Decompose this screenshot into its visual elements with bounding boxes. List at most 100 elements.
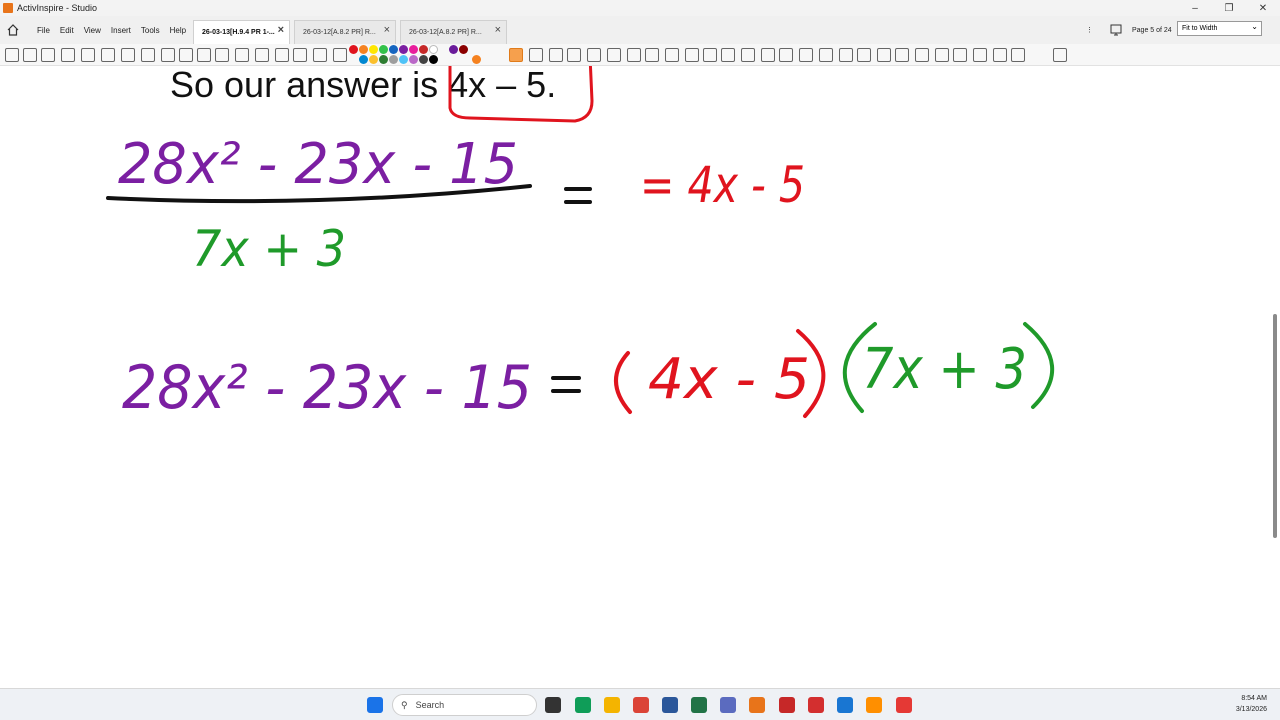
excel-icon[interactable] — [691, 697, 707, 713]
menu-edit[interactable]: Edit — [55, 26, 79, 35]
color-black-icon[interactable] — [429, 55, 438, 64]
color-cyan-icon[interactable] — [399, 55, 408, 64]
recorder-icon[interactable] — [779, 48, 793, 62]
stamp-icon[interactable] — [877, 48, 891, 62]
menu-insert[interactable]: Insert — [106, 26, 136, 35]
start-icon[interactable] — [367, 697, 383, 713]
undo-icon[interactable] — [141, 48, 155, 62]
menu-help[interactable]: Help — [165, 26, 191, 35]
copy-icon[interactable] — [915, 48, 929, 62]
more-options-icon[interactable]: ⋮ — [1086, 16, 1093, 44]
menu-view[interactable]: View — [79, 26, 106, 35]
page-forward-icon[interactable] — [645, 48, 659, 62]
menu-file[interactable]: File — [32, 26, 55, 35]
screen-icon[interactable] — [23, 48, 37, 62]
color-gold-icon[interactable] — [369, 55, 378, 64]
color-red-icon[interactable] — [349, 45, 358, 54]
pages-icon[interactable] — [5, 48, 19, 62]
spotlight-icon[interactable] — [741, 48, 755, 62]
settings-icon[interactable] — [993, 48, 1007, 62]
activinspire-icon[interactable] — [749, 697, 765, 713]
eraser-icon[interactable] — [549, 48, 563, 62]
layers-icon[interactable] — [953, 48, 967, 62]
page-back-icon[interactable] — [627, 48, 641, 62]
video-icon[interactable] — [101, 48, 115, 62]
keyboard-icon[interactable] — [1011, 48, 1025, 62]
fill-icon[interactable] — [293, 48, 307, 62]
display-icon[interactable] — [799, 48, 813, 62]
shape-icon[interactable] — [215, 48, 229, 62]
camera-tool-icon[interactable] — [761, 48, 775, 62]
system-clock[interactable]: 8:54 AM 3/13/2026 — [1236, 693, 1267, 715]
dice-icon[interactable] — [685, 48, 699, 62]
delete-icon[interactable] — [567, 48, 581, 62]
color-maroon-icon[interactable] — [459, 45, 468, 54]
restore-button[interactable]: ❐ — [1212, 0, 1246, 16]
undo-arrow-icon[interactable] — [587, 48, 601, 62]
font-icon[interactable] — [255, 48, 269, 62]
text-tool-icon[interactable] — [275, 48, 289, 62]
pdf-icon[interactable] — [779, 697, 795, 713]
color-darkgreen-icon[interactable] — [379, 55, 388, 64]
color-pink-icon[interactable] — [409, 45, 418, 54]
color-blue-icon[interactable] — [389, 45, 398, 54]
color-lilac-icon[interactable] — [409, 55, 418, 64]
text-icon[interactable] — [61, 48, 75, 62]
group-icon[interactable] — [895, 48, 909, 62]
activinspire-browser-icon[interactable] — [720, 697, 736, 713]
color-darkgray-icon[interactable] — [419, 55, 428, 64]
color-green-icon[interactable] — [379, 45, 388, 54]
home-icon[interactable] — [2, 19, 24, 41]
zoom-select[interactable]: Fit to Width ⌄ — [1177, 21, 1262, 36]
connector-icon[interactable] — [839, 48, 853, 62]
color-active-icon[interactable] — [472, 55, 481, 64]
layer-icon[interactable] — [935, 48, 949, 62]
color-yellow-icon[interactable] — [369, 45, 378, 54]
globe-icon[interactable] — [721, 48, 735, 62]
notes-icon[interactable] — [837, 697, 853, 713]
flipchart-canvas[interactable]: So our answer is 4x – 5. 28x² - 23x - 15… — [0, 66, 1280, 688]
clock-icon[interactable] — [703, 48, 717, 62]
fullscreen-icon[interactable] — [1053, 48, 1067, 62]
color-purple-icon[interactable] — [399, 45, 408, 54]
close-window-button[interactable]: ✕ — [1246, 0, 1280, 16]
align-icon[interactable] — [973, 48, 987, 62]
close-icon[interactable]: × — [384, 24, 390, 36]
pen-tool-icon[interactable] — [235, 48, 249, 62]
task-view-icon[interactable] — [545, 697, 561, 713]
color-violet-icon[interactable] — [449, 45, 458, 54]
minimize-button[interactable]: – — [1178, 0, 1212, 16]
page-browser-icon[interactable] — [1110, 16, 1122, 44]
camera-icon[interactable] — [121, 48, 135, 62]
file-explorer-icon[interactable] — [604, 697, 620, 713]
vertical-scrollbar[interactable] — [1273, 314, 1277, 538]
redo-arrow-icon[interactable] — [607, 48, 621, 62]
pen-active-icon[interactable] — [509, 48, 523, 62]
highlighter-icon[interactable] — [857, 48, 871, 62]
pointer-icon[interactable] — [161, 48, 175, 62]
tab-flipchart-3[interactable]: 26-03-12[A.8.2 PR] R... × — [400, 20, 507, 44]
reset-page-icon[interactable] — [665, 48, 679, 62]
acrobat-icon[interactable] — [896, 697, 912, 713]
shapes-icon[interactable] — [313, 48, 327, 62]
grid-icon[interactable] — [179, 48, 193, 62]
word-icon[interactable] — [662, 697, 678, 713]
image-icon[interactable] — [81, 48, 95, 62]
color-orange-icon[interactable] — [359, 45, 368, 54]
taskbar-search[interactable]: ⚲ Search — [392, 694, 537, 716]
tab-flipchart-1[interactable]: 26-03-13[H.9.4 PR 1-... × — [193, 20, 290, 44]
magnifier-icon[interactable] — [819, 48, 833, 62]
color-darkred-icon[interactable] — [419, 45, 428, 54]
select-icon[interactable] — [41, 48, 55, 62]
tools-icon[interactable] — [197, 48, 211, 62]
edge-browser-icon[interactable] — [575, 697, 591, 713]
color-white-icon[interactable] — [429, 45, 438, 54]
close-icon[interactable]: × — [495, 24, 501, 36]
marker-icon[interactable] — [333, 48, 347, 62]
menu-tools[interactable]: Tools — [136, 26, 165, 35]
color-gray-icon[interactable] — [389, 55, 398, 64]
select-arrow-icon[interactable] — [529, 48, 543, 62]
color-lightblue-icon[interactable] — [359, 55, 368, 64]
close-icon[interactable]: × — [278, 24, 284, 36]
checkmark-app-icon[interactable] — [808, 697, 824, 713]
